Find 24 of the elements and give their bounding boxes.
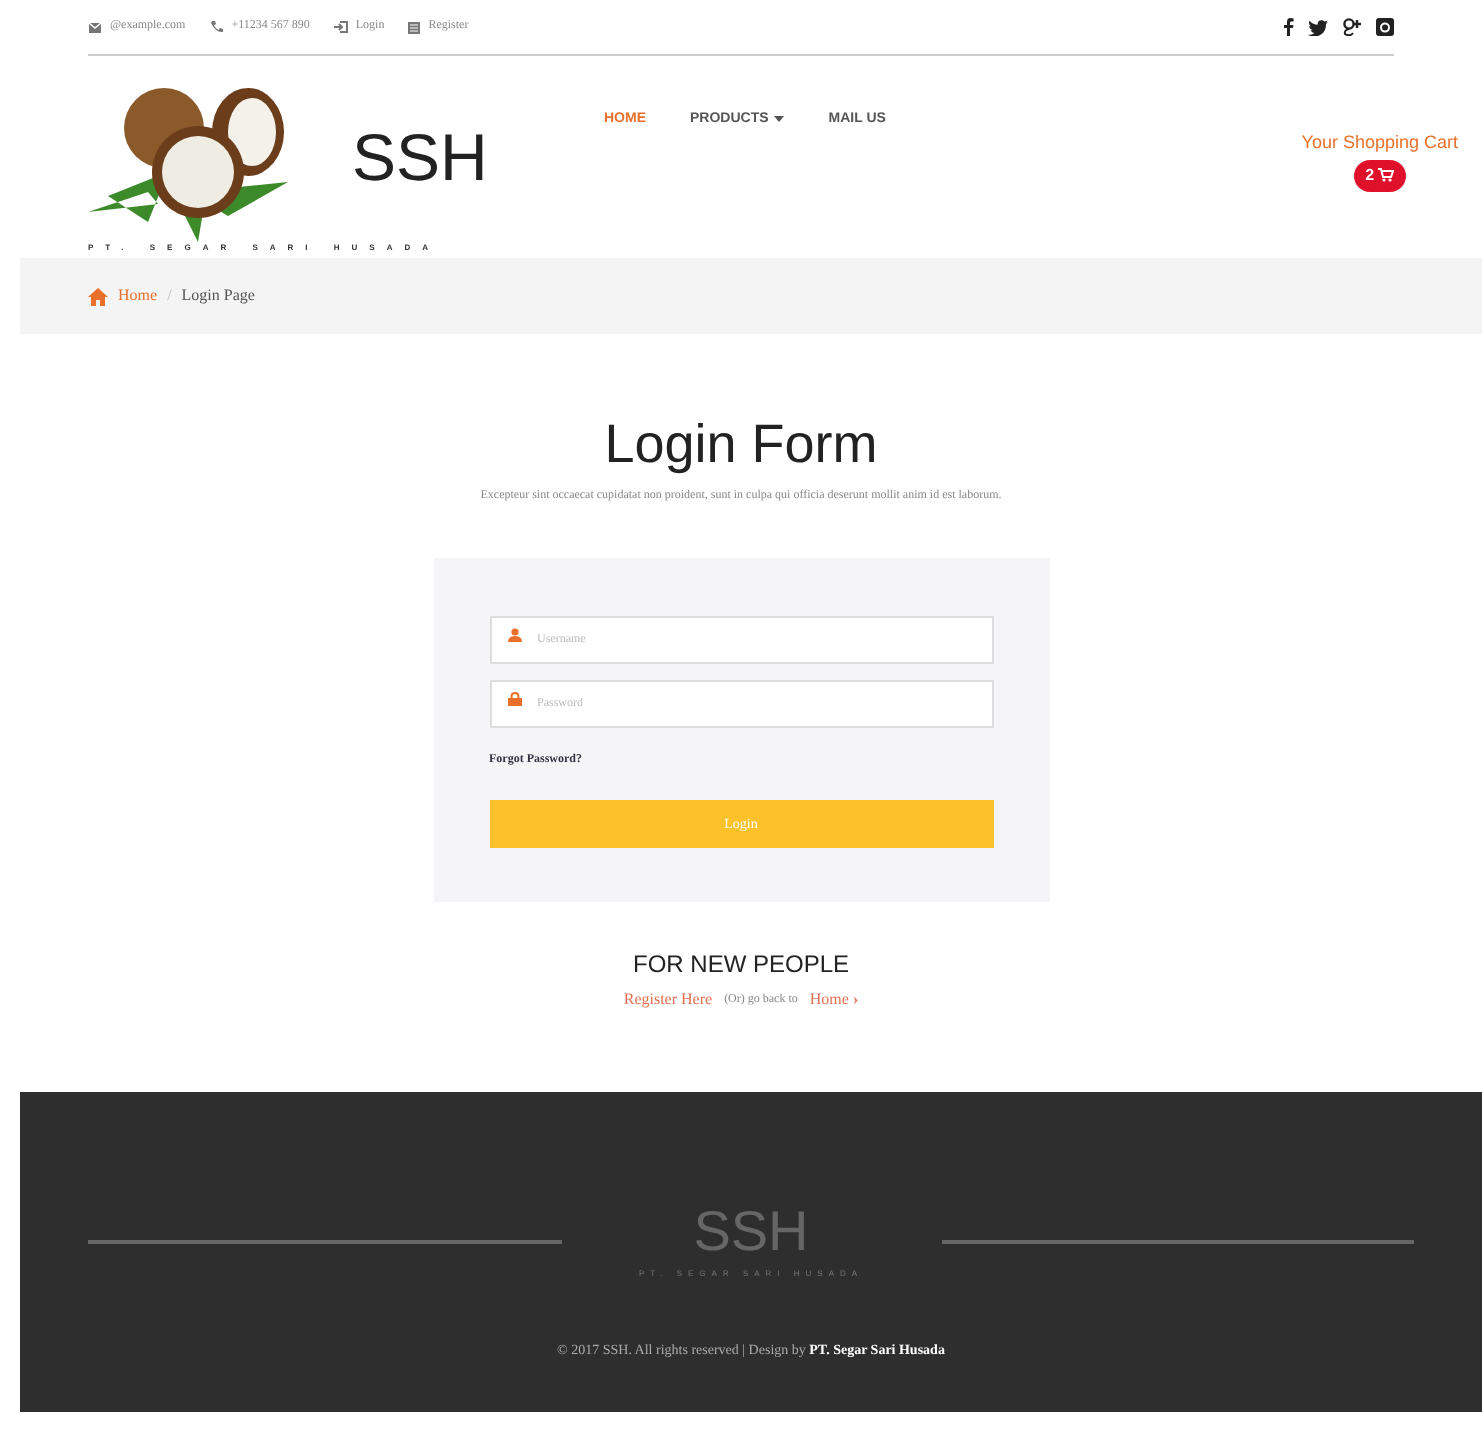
home-link[interactable]: Home › [809,988,859,1012]
footer-brand: SSH [693,1204,809,1260]
shopping-cart-label: Your Shopping Cart [1301,130,1458,156]
lock-icon [507,692,521,706]
list-icon [408,21,421,33]
new-people-heading: FOR NEW PEOPLE [632,952,850,976]
google-plus-icon[interactable] [1342,18,1362,36]
instagram-icon[interactable] [1376,18,1394,36]
breadcrumb-link[interactable]: Home [118,284,158,308]
register-here-link[interactable]: Register Here [623,988,713,1012]
brand-name: SSH [352,124,488,190]
cart-count-badge[interactable]: 2 [1353,159,1407,191]
cart-icon [1378,168,1395,182]
cart-count: 2 [1365,163,1375,187]
facebook-icon[interactable] [1284,18,1294,36]
home-icon[interactable] [88,287,108,305]
breadcrumb-separator: / [167,284,172,308]
envelope-icon [88,21,102,33]
breadcrumb-current: Login Page [181,284,255,308]
twitter-icon[interactable] [1308,19,1328,35]
user-icon [507,628,521,642]
login-title: Login Form [604,418,878,472]
phone-icon [209,20,224,34]
login-icon [333,20,348,34]
